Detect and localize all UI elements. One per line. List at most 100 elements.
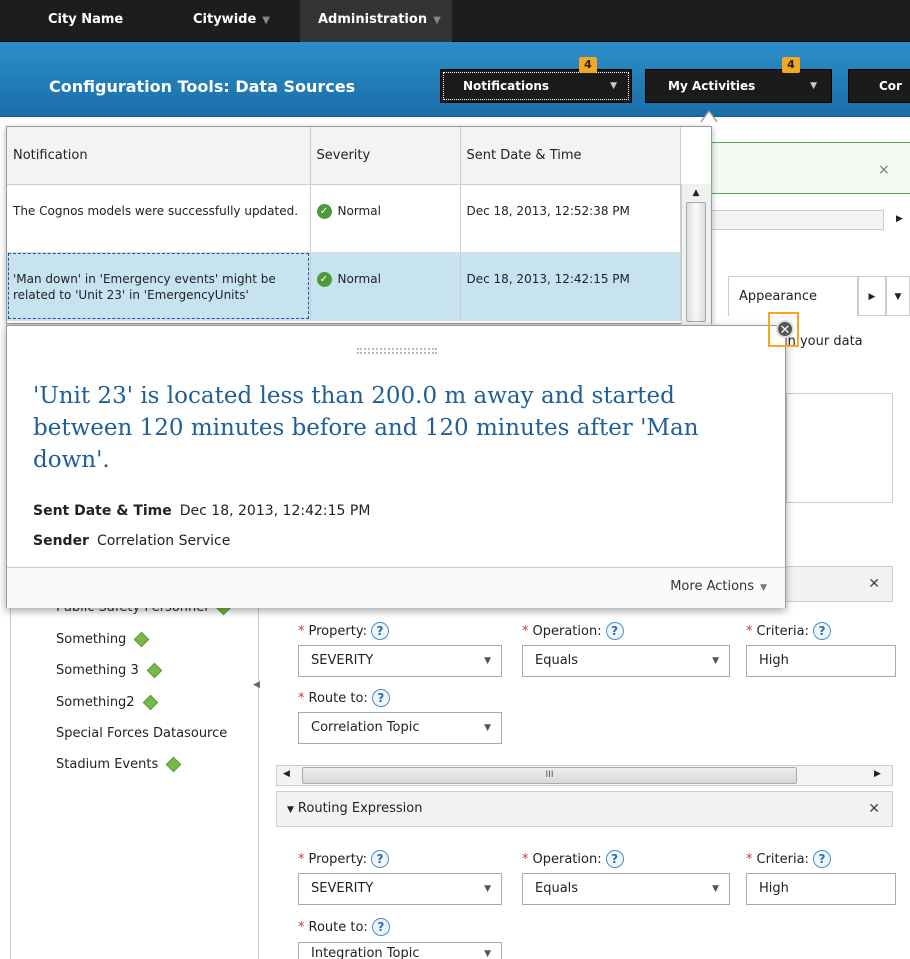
checkmark-icon: ✓	[316, 203, 332, 219]
help-icon[interactable]: ?	[371, 918, 390, 936]
list-item[interactable]: Something 3	[56, 662, 162, 679]
drag-handle[interactable]	[357, 348, 437, 354]
chevron-down-icon: ▼	[484, 884, 491, 894]
chevron-down-icon: ▼	[484, 949, 491, 959]
activities-count-badge: 4	[782, 57, 800, 73]
status-diamond-icon	[134, 631, 150, 648]
operation-select[interactable]: Equals ▼	[522, 873, 730, 905]
detail-sender-row: Sender Correlation Service	[33, 533, 230, 549]
collapse-left-icon[interactable]: ◀	[253, 680, 260, 690]
criteria-label: * Criteria:?	[746, 850, 831, 868]
chevron-down-icon: ▼	[262, 15, 270, 26]
scrollbar-thumb[interactable]: III	[302, 767, 797, 784]
property-select[interactable]: SEVERITY ▼	[298, 873, 502, 905]
tab-scroll-right-icon[interactable]: ▶	[858, 276, 886, 316]
notifications-label: Notifications	[463, 79, 550, 93]
list-item-label: Special Forces Datasource	[56, 726, 228, 741]
my-activities-button[interactable]: My Activities ▼	[645, 69, 832, 103]
checkmark-icon: ✓	[316, 271, 332, 287]
table-row[interactable]: 'Man down' in 'Emergency events' might b…	[7, 252, 681, 321]
section-title: Routing Expression	[297, 801, 423, 816]
close-icon[interactable]: ✕	[868, 567, 880, 601]
scroll-left-icon[interactable]: ◀	[283, 769, 290, 779]
sent-cell: Dec 18, 2013, 12:42:15 PM	[460, 252, 681, 321]
sender-label: Sender	[33, 533, 89, 549]
chevron-down-icon: ▼	[760, 583, 767, 593]
sender-value: Correlation Service	[96, 533, 231, 549]
list-item[interactable]: Something2	[56, 694, 158, 711]
severity-cell: ✓ Normal	[310, 184, 461, 253]
criteria-label: * Criteria:?	[746, 622, 831, 640]
table-header-row: Notification Severity Sent Date & Time	[7, 127, 681, 185]
notifications-table: Notification Severity Sent Date & Time T…	[7, 127, 681, 321]
message-close-icon[interactable]: ×	[878, 162, 890, 178]
help-icon[interactable]: ?	[812, 850, 831, 868]
route-to-select[interactable]: Integration Topic ▼	[298, 942, 502, 959]
help-icon[interactable]: ?	[371, 689, 390, 707]
list-item[interactable]: Special Forces Datasource	[56, 726, 227, 741]
nav-citywide[interactable]: Citywide ▼	[183, 0, 295, 42]
detail-message: 'Unit 23' is located less than 200.0 m a…	[33, 383, 699, 473]
list-item-label: Stadium Events	[56, 757, 159, 772]
criteria-input[interactable]: High	[746, 873, 896, 905]
help-icon[interactable]: ?	[812, 622, 831, 640]
con-label: Cor	[879, 79, 902, 93]
notification-text: The Cognos models were successfully upda…	[7, 184, 311, 253]
detail-sent-row: Sent Date & Time Dec 18, 2013, 12:42:15 P…	[33, 503, 370, 519]
help-icon[interactable]: ?	[605, 850, 624, 868]
nav-citywide-label: Citywide	[193, 12, 257, 27]
list-item[interactable]: Stadium Events	[56, 756, 182, 773]
table-row[interactable]: The Cognos models were successfully upda…	[7, 184, 681, 253]
con-button[interactable]: Cor	[848, 69, 910, 103]
nav-admin-label: Administration	[318, 12, 428, 27]
more-actions-button[interactable]: More Actions ▼	[670, 579, 767, 594]
operation-label: * Operation:?	[522, 850, 624, 868]
operation-select[interactable]: Equals ▼	[522, 645, 730, 677]
page-title: Configuration Tools: Data Sources	[49, 77, 356, 96]
scrollbar-thumb[interactable]	[686, 202, 706, 322]
tab-menu-icon[interactable]: ▼	[886, 276, 910, 316]
popup-arrow-inner	[701, 112, 717, 123]
nav-city-label: City Name	[48, 12, 124, 27]
scroll-right-icon[interactable]: ▶	[874, 769, 881, 779]
scroll-right-icon[interactable]: ▶	[896, 214, 903, 224]
close-icon[interactable]: ✕	[868, 792, 880, 826]
notification-detail-popup: 'Unit 23' is located less than 200.0 m a…	[6, 325, 786, 608]
route-to-label: * Route to:?	[298, 918, 390, 936]
criteria-input[interactable]: High	[746, 645, 896, 677]
routing-expression-header[interactable]: ▼ Routing Expression ✕	[276, 791, 893, 827]
triangle-down-icon: ▼	[287, 805, 294, 815]
operation-label: * Operation:?	[522, 622, 624, 640]
route-to-label: * Route to:?	[298, 689, 390, 707]
column-header-severity[interactable]: Severity	[310, 127, 461, 185]
sent-cell: Dec 18, 2013, 12:52:38 PM	[460, 184, 681, 253]
sent-label: Sent Date & Time	[33, 503, 172, 519]
chevron-down-icon: ▼	[484, 656, 491, 666]
chevron-down-icon: ▼	[610, 81, 617, 91]
close-icon[interactable]: ✕	[776, 320, 794, 338]
status-diamond-icon	[142, 694, 158, 711]
route-to-select[interactable]: Correlation Topic ▼	[298, 712, 502, 744]
splitter[interactable]	[258, 600, 259, 959]
list-item-label: Something 3	[56, 663, 139, 678]
chevron-down-icon: ▼	[810, 81, 817, 91]
help-icon[interactable]: ?	[370, 622, 389, 640]
property-select[interactable]: SEVERITY ▼	[298, 645, 502, 677]
status-diamond-icon	[146, 662, 162, 679]
help-icon[interactable]: ?	[370, 850, 389, 868]
notifications-button[interactable]: Notifications ▼	[440, 69, 632, 103]
detail-footer: More Actions ▼	[7, 567, 785, 608]
tab-appearance-label: Appearance	[739, 289, 818, 304]
tab-appearance[interactable]: Appearance	[728, 276, 858, 316]
left-panel-border	[10, 600, 11, 959]
scroll-up-icon[interactable]: ▲	[681, 184, 711, 202]
list-item[interactable]: Something	[56, 631, 150, 648]
help-icon[interactable]: ?	[605, 622, 624, 640]
severity-cell: ✓ Normal	[310, 252, 461, 321]
column-header-notification[interactable]: Notification	[7, 127, 311, 185]
nav-administration[interactable]: Administration ▼	[300, 0, 452, 42]
nav-city-name[interactable]: City Name	[38, 0, 148, 42]
list-item-label: Something	[56, 632, 127, 647]
background-text-area	[786, 393, 893, 503]
column-header-sent[interactable]: Sent Date & Time	[460, 127, 681, 185]
